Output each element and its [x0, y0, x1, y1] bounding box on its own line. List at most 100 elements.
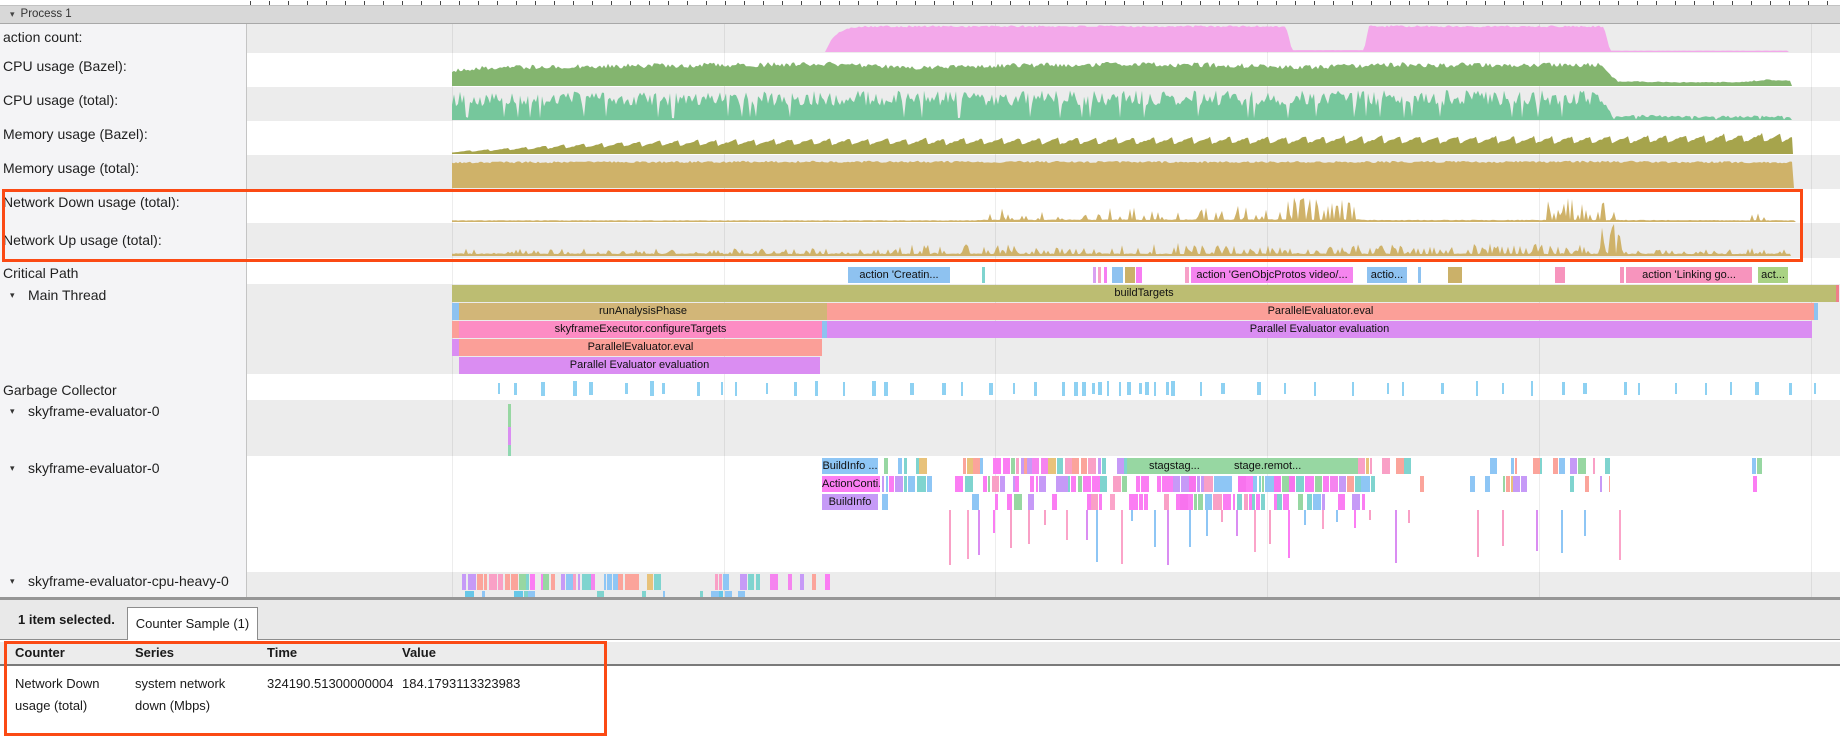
evaluator-slice[interactable] — [573, 574, 576, 590]
gc-event-slice[interactable] — [662, 383, 665, 394]
gc-event-slice[interactable] — [625, 383, 628, 394]
critical-path-slice[interactable]: action 'Creatin... — [848, 267, 950, 283]
gc-event-slice[interactable] — [1638, 383, 1640, 395]
evaluator-deep-call[interactable] — [1369, 510, 1371, 520]
evaluator-slice[interactable] — [1213, 494, 1222, 510]
evaluator-slice[interactable] — [973, 458, 980, 474]
evaluator-slice[interactable] — [1205, 494, 1212, 510]
evaluator-slice[interactable] — [1057, 458, 1063, 474]
process-header[interactable]: ▾Process 1 — [0, 5, 1840, 24]
counter-chart-network-down-total[interactable] — [452, 190, 1796, 222]
counter-chart-network-up-total[interactable] — [452, 224, 1791, 256]
gc-event-slice[interactable] — [989, 383, 993, 395]
counter-chart-memory-usage-total[interactable] — [452, 156, 1794, 188]
counter-chart-cpu-usage-bazel[interactable] — [452, 55, 1792, 86]
evaluator-slice[interactable] — [1030, 476, 1034, 492]
evaluator-slice[interactable] — [498, 574, 504, 590]
gc-event-slice[interactable] — [1074, 382, 1078, 396]
evaluator-slice[interactable]: ActionConti... — [822, 476, 880, 492]
gc-event-slice[interactable] — [589, 382, 593, 395]
gc-event-slice[interactable] — [815, 381, 818, 396]
sidebar-track-9[interactable]: Garbage Collector — [0, 381, 246, 399]
evaluator-slice[interactable] — [1041, 458, 1048, 474]
gc-event-slice[interactable] — [942, 383, 946, 395]
evaluator-slice[interactable] — [1223, 494, 1231, 510]
evaluator-deep-call[interactable] — [967, 510, 969, 559]
evaluator-slice[interactable] — [1361, 476, 1369, 492]
gc-event-slice[interactable] — [1062, 382, 1065, 396]
evaluator-slice[interactable] — [963, 458, 966, 474]
gc-event-slice[interactable] — [1755, 382, 1759, 395]
gc-event-slice[interactable] — [1139, 383, 1142, 394]
gc-event-slice[interactable] — [721, 382, 723, 395]
evaluator-slice[interactable] — [1262, 476, 1264, 492]
evaluator-slice[interactable] — [983, 476, 987, 492]
evaluator-slice[interactable] — [647, 574, 653, 590]
evaluator-slice[interactable] — [908, 476, 915, 492]
evaluator-slice[interactable] — [992, 476, 1000, 492]
evaluator-slice[interactable] — [748, 574, 754, 590]
evaluator-slice[interactable] — [505, 574, 510, 590]
critical-path-slice[interactable] — [1620, 267, 1624, 283]
evaluator-slice[interactable] — [1485, 476, 1491, 492]
gc-event-slice[interactable] — [1092, 383, 1095, 394]
evaluator-slice[interactable] — [895, 476, 903, 492]
evaluator-slice[interactable] — [1256, 494, 1260, 510]
evaluator-slice[interactable] — [1071, 476, 1076, 492]
evaluator-slice[interactable] — [1027, 458, 1032, 474]
gc-event-slice[interactable] — [1098, 382, 1102, 395]
evaluator-slice[interactable] — [1352, 494, 1360, 510]
evaluator-slice[interactable] — [1296, 476, 1304, 492]
gc-event-slice[interactable] — [1402, 382, 1404, 396]
evaluator-slice[interactable] — [723, 574, 730, 590]
gc-event-slice[interactable] — [1257, 382, 1261, 395]
evaluator-slice[interactable] — [967, 458, 972, 474]
evaluator-deep-call[interactable] — [1010, 510, 1012, 548]
evaluator-slice[interactable] — [1470, 476, 1475, 492]
collapse-arrow-icon[interactable]: ▾ — [10, 6, 15, 23]
evaluator-deep-call[interactable] — [1395, 510, 1397, 563]
evaluator-slice[interactable] — [886, 476, 889, 492]
evaluator-deep-call[interactable] — [1269, 510, 1271, 544]
gc-event-slice[interactable] — [1730, 382, 1732, 395]
evaluator-slice[interactable] — [632, 574, 639, 590]
evaluator-slice[interactable] — [1164, 494, 1169, 510]
sidebar-track-5[interactable]: Network Down usage (total): — [0, 193, 246, 211]
evaluator-deep-call[interactable] — [1477, 510, 1479, 557]
evaluator-slice[interactable] — [1338, 494, 1345, 510]
main-thread-slice[interactable] — [452, 339, 459, 356]
evaluator-slice[interactable] — [825, 574, 830, 590]
evaluator-slice[interactable] — [1110, 494, 1115, 510]
evaluator-slice[interactable] — [1204, 476, 1213, 492]
evaluator-slice[interactable] — [955, 476, 963, 492]
evaluator-slice[interactable] — [1274, 476, 1280, 492]
evaluator-slice[interactable] — [1113, 476, 1121, 492]
evaluator-slice[interactable] — [1065, 458, 1071, 474]
counter-chart-memory-usage-bazel[interactable] — [452, 122, 1793, 154]
evaluator-slice[interactable] — [1238, 476, 1245, 492]
evaluator-slice[interactable] — [1513, 476, 1520, 492]
tab-counter-sample[interactable]: Counter Sample (1) — [127, 607, 258, 640]
critical-path-slice[interactable] — [1112, 267, 1123, 283]
evaluator-slice[interactable] — [1194, 494, 1197, 510]
counter-chart-cpu-usage-total[interactable] — [452, 88, 1792, 120]
gc-event-slice[interactable] — [1119, 382, 1121, 396]
evaluator-slice[interactable] — [788, 574, 792, 590]
evaluator-slice[interactable] — [740, 574, 746, 590]
collapse-arrow-icon[interactable]: ▾ — [10, 459, 15, 477]
evaluator-slice[interactable] — [1081, 458, 1088, 474]
evaluator-slice[interactable] — [980, 458, 983, 474]
evaluator-deep-call[interactable] — [993, 510, 995, 533]
evaluator-slice[interactable] — [1282, 476, 1288, 492]
evaluator-slice[interactable] — [1540, 458, 1543, 474]
sidebar-track-6[interactable]: Network Up usage (total): — [0, 231, 246, 249]
gc-event-slice[interactable] — [1171, 381, 1175, 396]
evaluator-deep-call[interactable] — [1121, 510, 1123, 564]
evaluator-slice[interactable] — [1570, 458, 1576, 474]
main-thread-slice[interactable] — [1836, 285, 1839, 302]
evaluator-slice[interactable] — [1511, 458, 1513, 474]
gc-event-slice[interactable] — [1789, 383, 1792, 395]
gc-event-slice[interactable] — [735, 382, 737, 396]
gc-event-slice[interactable] — [1314, 382, 1316, 396]
evaluator-slice[interactable] — [613, 574, 617, 590]
